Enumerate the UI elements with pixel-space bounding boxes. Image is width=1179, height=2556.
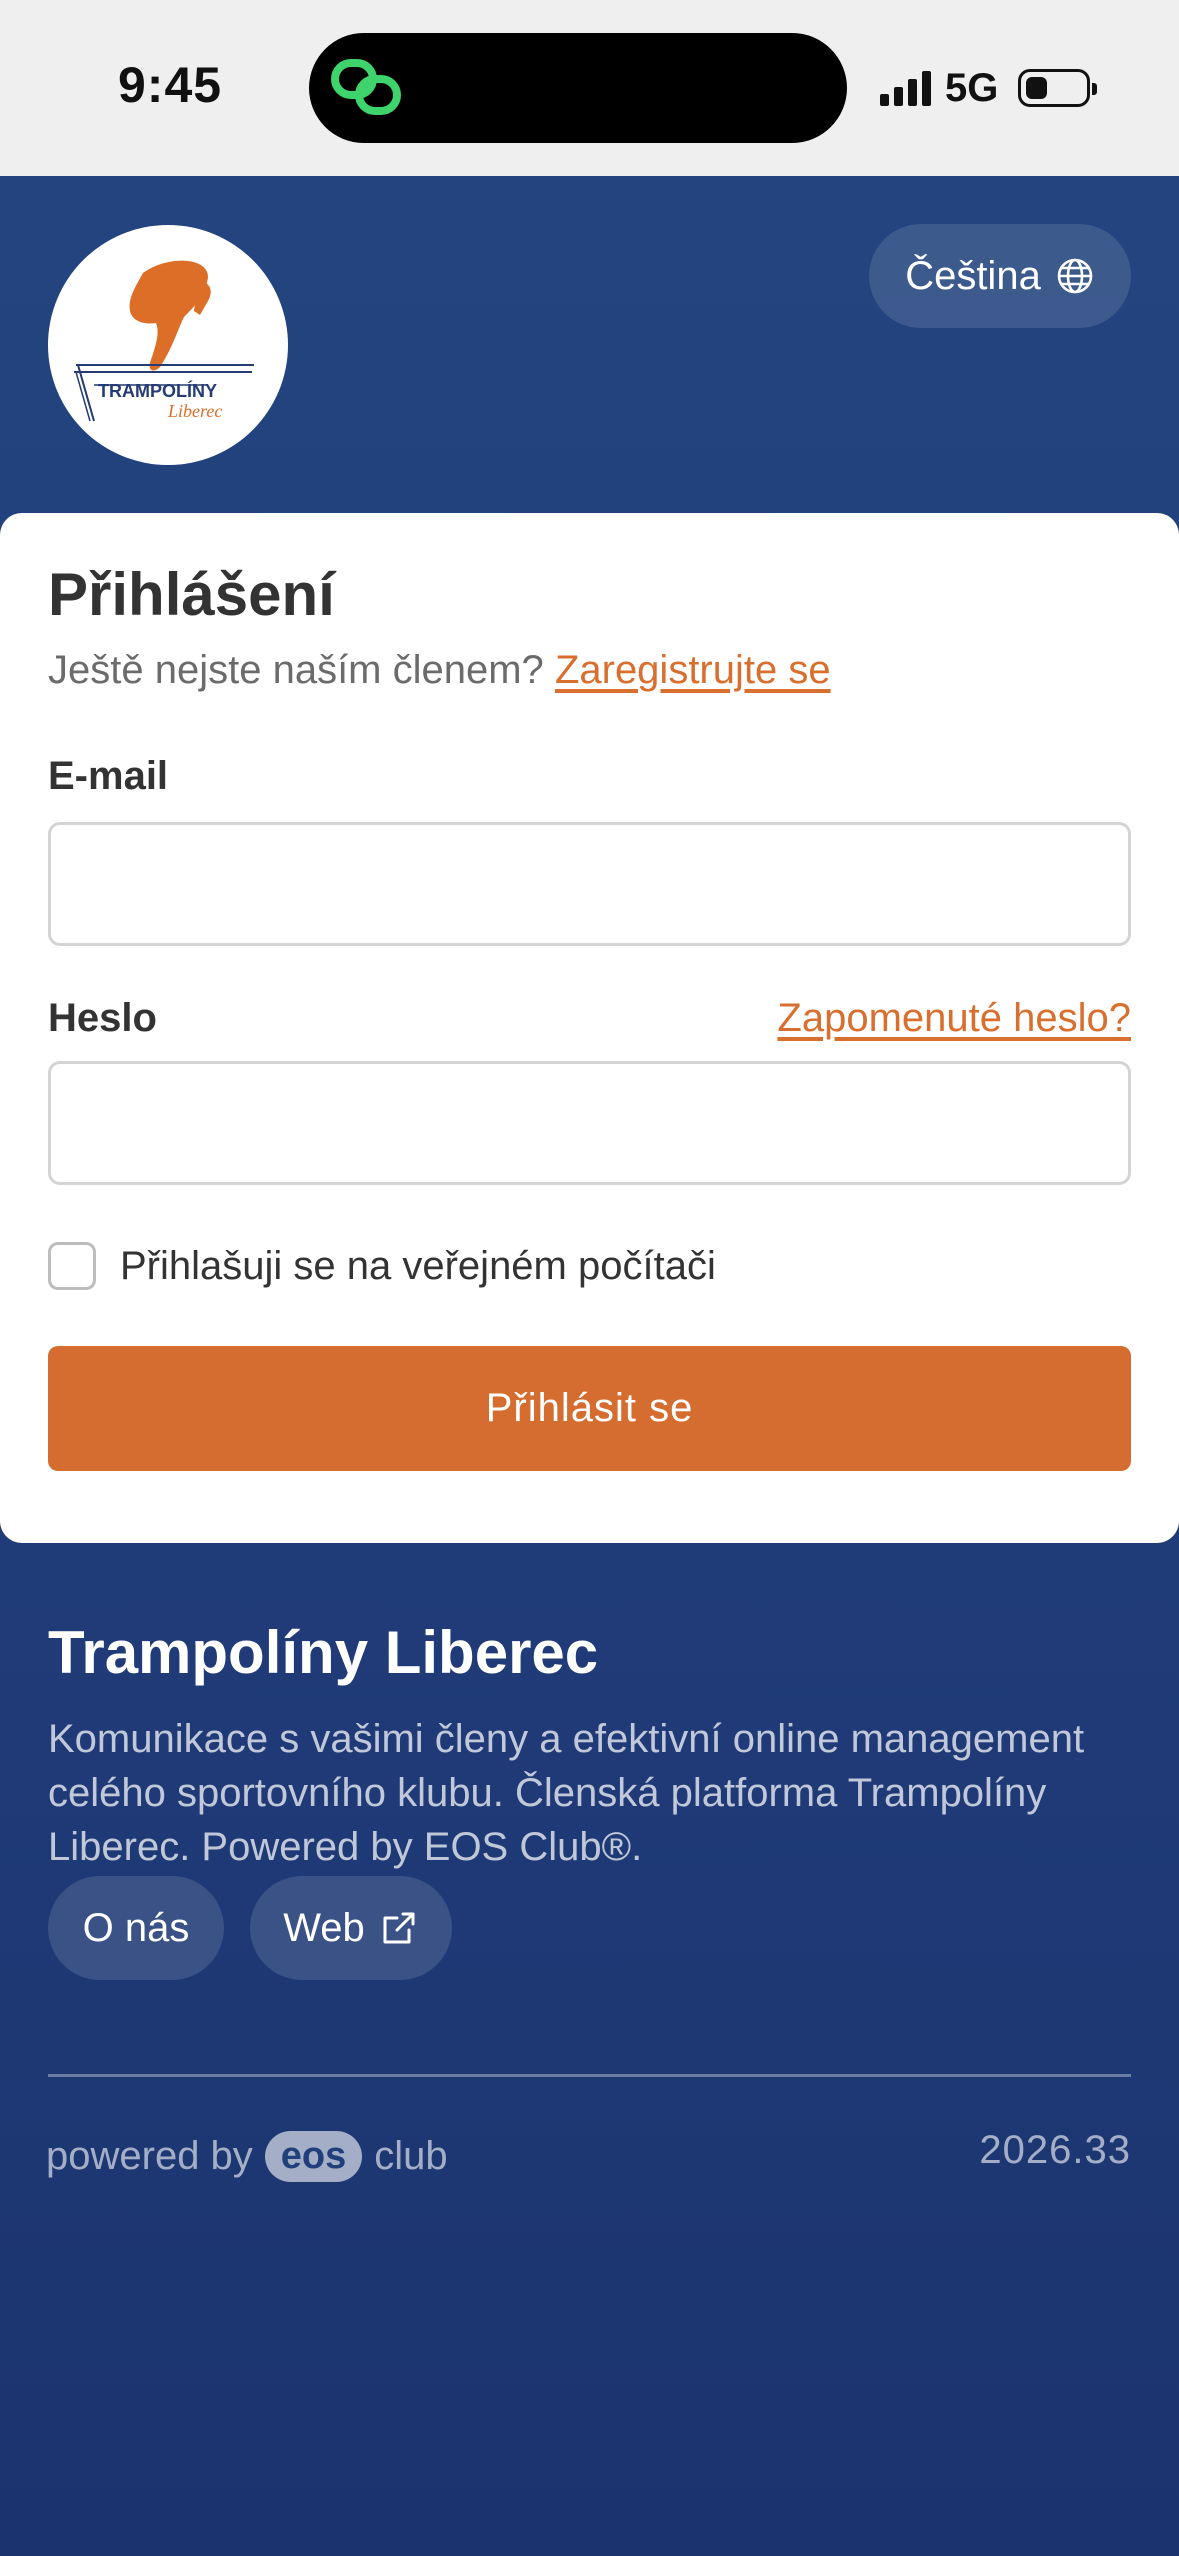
external-link-icon: [383, 1912, 415, 1944]
battery-level: [1026, 77, 1048, 99]
language-label: Čeština: [905, 253, 1041, 298]
club-word: club: [374, 2133, 448, 2178]
eos-badge: eos: [264, 2130, 363, 2182]
logo-text-bottom: Liberec: [167, 401, 222, 421]
web-label: Web: [283, 1905, 365, 1950]
login-button[interactable]: Přihlásit se: [48, 1346, 1131, 1471]
password-field[interactable]: [48, 1061, 1131, 1185]
email-field[interactable]: [48, 822, 1131, 946]
battery-icon: [1018, 69, 1098, 107]
language-selector-button[interactable]: Čeština: [869, 224, 1131, 328]
public-computer-label[interactable]: Přihlašuji se na veřejném počítači: [120, 1244, 716, 1289]
signal-icon: [880, 70, 931, 106]
link-activity-icon: [331, 59, 401, 115]
password-label: Heslo: [48, 996, 157, 1040]
about-label: O nás: [82, 1905, 190, 1950]
register-prompt-text: Ještě nejste naším členem?: [48, 648, 544, 692]
powered-by-eos-club[interactable]: powered by eos club: [46, 2126, 448, 2186]
status-indicators: 5G: [880, 62, 1098, 114]
web-button[interactable]: Web: [250, 1876, 452, 1980]
logo-text-top: TRAMPOLÍNY: [98, 380, 217, 401]
globe-icon: [1057, 258, 1093, 294]
register-prompt: Ještě nejste naším členem? Zaregistrujte…: [48, 648, 831, 693]
public-computer-checkbox[interactable]: [48, 1242, 96, 1290]
network-type: 5G: [945, 65, 999, 110]
trampoline-logo-icon: TRAMPOLÍNY Liberec: [74, 260, 254, 422]
email-label: E-mail: [48, 754, 169, 798]
register-link[interactable]: Zaregistrujte se: [555, 648, 831, 692]
club-logo[interactable]: TRAMPOLÍNY Liberec: [48, 225, 288, 465]
footer-divider: [48, 2074, 1131, 2077]
forgot-password-link[interactable]: Zapomenuté heslo?: [777, 996, 1131, 1041]
app-version: 2026.33: [979, 2128, 1131, 2172]
page-title: Přihlášení: [48, 561, 335, 628]
status-bar: 9:45 5G: [0, 0, 1179, 176]
powered-by-text: powered by: [46, 2133, 253, 2178]
dynamic-island: [309, 33, 847, 143]
club-description: Komunikace s vašimi členy a efektivní on…: [48, 1717, 1085, 1869]
about-button[interactable]: O nás: [48, 1876, 224, 1980]
status-time: 9:45: [118, 57, 223, 113]
club-name: Trampolíny Liberec: [48, 1619, 599, 1686]
